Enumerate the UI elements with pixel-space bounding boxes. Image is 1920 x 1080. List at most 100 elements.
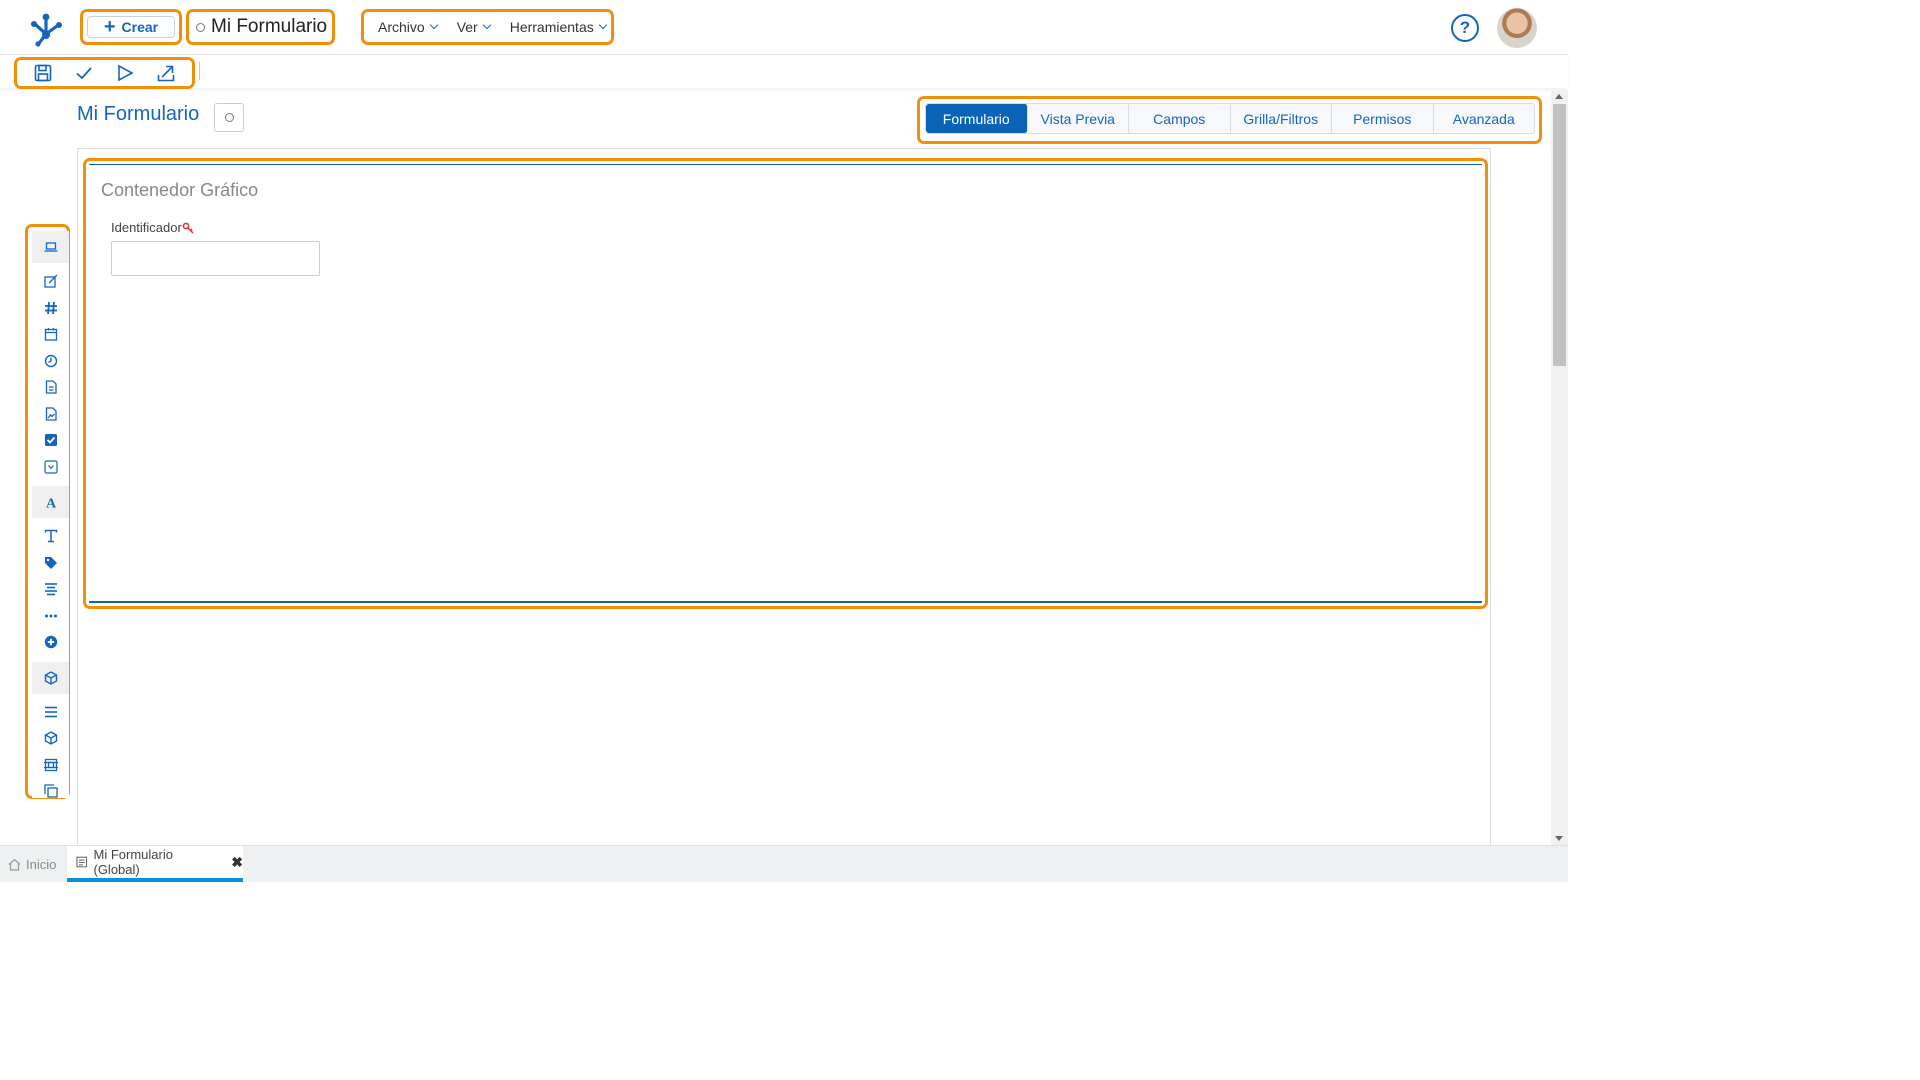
svg-text:A: A: [45, 497, 56, 510]
bottom-tab-mi-formulario[interactable]: Mi Formulario (Global) ✖: [67, 846, 243, 882]
palette-item-edit[interactable]: [32, 268, 69, 295]
clock-icon: [44, 354, 57, 367]
palette-item-time[interactable]: [32, 348, 69, 375]
palette-item-more[interactable]: [32, 603, 69, 630]
palette-group-text[interactable]: A: [32, 486, 69, 518]
palette-item-checkbox[interactable]: [32, 427, 69, 454]
palette-item-tags[interactable]: [32, 550, 69, 577]
palette-item-list[interactable]: [32, 699, 69, 726]
check-icon[interactable]: [73, 62, 95, 84]
align-icon: [44, 583, 57, 596]
text-icon: [44, 530, 57, 543]
top-bar: + Crear Mi Formulario Archivo Ver Herram…: [0, 0, 1568, 55]
scroll-up-arrow-icon[interactable]: [1555, 94, 1563, 99]
create-highlight: + Crear: [80, 9, 182, 45]
home-icon: [8, 858, 21, 871]
export-icon[interactable]: [155, 62, 177, 84]
dropdown-icon: [43, 460, 58, 474]
play-icon[interactable]: [114, 62, 136, 84]
container-title: Contenedor Gráfico: [101, 180, 259, 200]
calendar-icon: [44, 328, 57, 341]
toolbar-highlight: [14, 57, 195, 89]
chevron-down-icon: [482, 20, 491, 30]
help-icon[interactable]: ?: [1451, 14, 1479, 42]
palette-item-add[interactable]: [32, 629, 69, 656]
menu-ver-label: Ver: [456, 19, 478, 35]
image-icon: [45, 407, 57, 421]
tab-campos[interactable]: Campos: [1129, 104, 1231, 133]
scrollbar-thumb[interactable]: [1553, 104, 1566, 366]
tab-vista-previa[interactable]: Vista Previa: [1027, 104, 1129, 133]
toolbar-divider: [199, 62, 200, 80]
edit-icon: [43, 274, 57, 288]
close-tab-icon[interactable]: ✖: [231, 854, 243, 871]
tab-formulario[interactable]: Formulario: [926, 104, 1028, 133]
palette-item-copy[interactable]: [32, 778, 69, 805]
palette-item-image[interactable]: [32, 401, 69, 428]
tags-icon: [44, 556, 57, 569]
cube-small-icon: [44, 731, 57, 746]
menu-herramientas-label: Herramientas: [509, 19, 594, 35]
checkbox-icon: [44, 434, 57, 447]
status-circle-icon: [224, 113, 234, 122]
key-icon: [182, 222, 194, 234]
vertical-scrollbar[interactable]: [1551, 90, 1568, 845]
create-button[interactable]: + Crear: [87, 16, 175, 38]
palette-item-number[interactable]: [32, 295, 69, 322]
avatar[interactable]: [1497, 8, 1537, 48]
bottom-tab-inicio[interactable]: Inicio: [8, 852, 56, 876]
field-label-text: Identificador: [111, 220, 182, 235]
create-button-label: Crear: [121, 19, 159, 35]
tab-avanzada[interactable]: Avanzada: [1433, 104, 1534, 133]
plus-icon: +: [103, 16, 116, 38]
tabs-highlight: Formulario Vista Previa Campos Grilla/Fi…: [917, 96, 1542, 144]
bottom-tab-form-label: Mi Formulario (Global): [93, 847, 173, 877]
chevron-down-icon: [429, 20, 438, 30]
ellipsis-icon: [44, 614, 57, 618]
tab-permisos[interactable]: Permisos: [1332, 104, 1434, 133]
form-icon: [76, 856, 88, 868]
menu-archivo[interactable]: Archivo: [378, 19, 438, 35]
copy-icon: [43, 784, 58, 798]
scroll-down-arrow-icon[interactable]: [1555, 836, 1563, 841]
palette-item-date[interactable]: [32, 321, 69, 348]
bottom-tab-bar: Inicio Mi Formulario (Global) ✖: [0, 845, 1568, 882]
palette-item-file[interactable]: [32, 374, 69, 401]
container-highlight: Contenedor Gráfico Identificador: [83, 158, 1488, 609]
palette-item-text[interactable]: [32, 523, 69, 550]
control-palette: A: [32, 231, 69, 798]
app-title: Mi Formulario: [211, 16, 328, 37]
palette-item-frame[interactable]: [32, 752, 69, 779]
action-toolbar: [0, 55, 1568, 89]
status-circle-icon: [196, 22, 205, 32]
menu-bar: Archivo Ver Herramientas: [361, 9, 614, 45]
palette-item-component[interactable]: [32, 725, 69, 752]
page-title: Mi Formulario: [77, 103, 200, 125]
list-icon: [44, 706, 57, 718]
graphic-container[interactable]: Contenedor Gráfico Identificador: [89, 164, 1482, 603]
menu-ver[interactable]: Ver: [456, 19, 491, 35]
menu-herramientas[interactable]: Herramientas: [509, 19, 607, 35]
cube-icon: [44, 670, 57, 685]
frame-icon: [43, 758, 58, 771]
identificador-input[interactable]: [111, 241, 320, 276]
palette-group-components[interactable]: [32, 661, 69, 694]
hash-icon: [44, 301, 57, 314]
palette-item-dropdown[interactable]: [32, 454, 69, 481]
palette-item-align[interactable]: [32, 576, 69, 603]
chevron-down-icon: [598, 20, 607, 30]
palette-group-device[interactable]: [32, 231, 69, 263]
tab-bar: Formulario Vista Previa Campos Grilla/Fi…: [925, 103, 1535, 134]
palette-highlight: A: [25, 224, 70, 799]
save-icon[interactable]: [32, 62, 54, 84]
file-icon: [45, 380, 57, 394]
tab-grilla-filtros[interactable]: Grilla/Filtros: [1230, 104, 1332, 133]
plus-circle-icon: [44, 636, 57, 649]
field-label: Identificador: [111, 220, 194, 235]
app-title-highlight: Mi Formulario: [186, 9, 335, 45]
app-logo-icon[interactable]: [26, 8, 66, 48]
bottom-tab-inicio-label: Inicio: [26, 856, 57, 872]
menu-archivo-label: Archivo: [378, 19, 425, 35]
laptop-icon: [44, 242, 57, 252]
form-status-button[interactable]: [214, 103, 244, 132]
